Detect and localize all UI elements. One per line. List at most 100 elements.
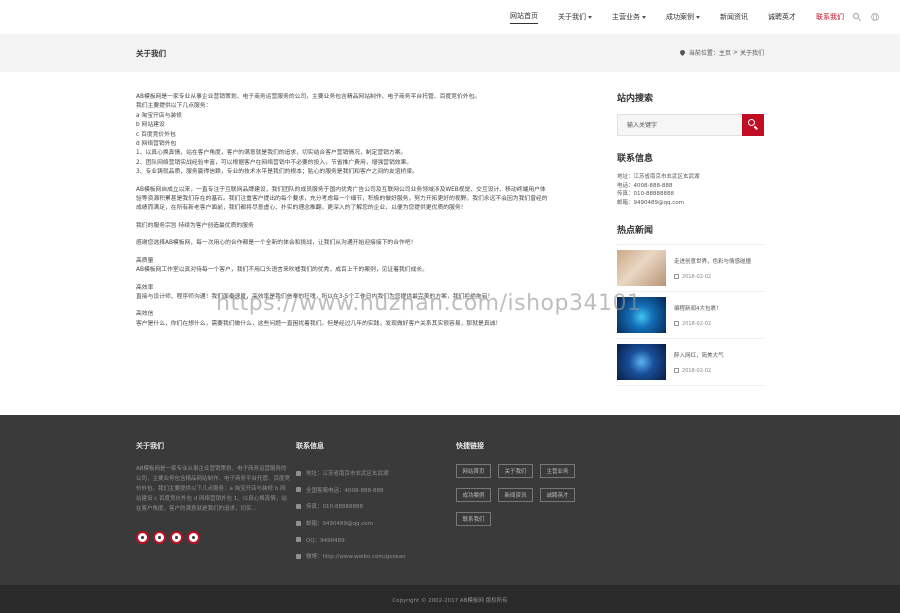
footer-link-jobs[interactable]: 诚聘英才	[540, 488, 575, 502]
article-line: 成绩而满足，在所有新老客户面前，我们都将尽意虚心、扑实的理念推翻，更深入的了解您…	[136, 205, 467, 212]
nav-item-home[interactable]: 网站首页	[510, 11, 538, 24]
qq-icon[interactable]	[170, 531, 183, 544]
fax-icon	[296, 503, 301, 509]
page-title-bar: 关于我们 当前位置： 主页 > 关于我们	[0, 34, 900, 72]
article-line: 1、以真心换真情，站在客户角度，客户的满意就是我们的追求，切实结合客户营销情况，…	[136, 150, 407, 157]
article-line: AB模板网自成立以来，一直专注于互联网品牌建设，我们团队的成员服务于国内优秀广告…	[136, 186, 546, 193]
footer-link-contact[interactable]: 联系我们	[456, 512, 491, 526]
caret-down-icon	[642, 15, 646, 19]
globe-icon[interactable]	[871, 12, 880, 22]
footer-link-news[interactable]: 新闻资讯	[498, 488, 533, 502]
article-line: 高质量	[136, 257, 154, 264]
footer-about-title: 关于我们	[136, 442, 164, 450]
calendar-icon	[674, 368, 679, 374]
hot-news-title: 热点新闻	[617, 226, 654, 237]
footer-contact-fax: 传真：010-88888888	[296, 498, 406, 515]
footer-links-title: 快捷链接	[456, 442, 484, 450]
contact-widget-title: 联系信息	[617, 154, 654, 164]
footer-contact-qq: QQ：9490489	[296, 531, 406, 548]
calendar-icon	[674, 321, 679, 327]
breadcrumb-separator: >	[732, 49, 738, 56]
nav-item-contact[interactable]: 联系我们	[816, 12, 844, 22]
footer-link-home[interactable]: 网站首页	[456, 464, 491, 478]
article-line: d 网络营销外包	[136, 141, 177, 148]
contact-email: 邮箱：9490489@qq.com	[617, 199, 684, 206]
article-line: 验等资源积累甚是我们存在的基石。我们注重客户提出的每个要求，充分考虑每一个细节，…	[136, 196, 548, 203]
news-thumbnail[interactable]	[617, 344, 666, 381]
article-line: 我们主要提供以下几点服务：	[136, 103, 212, 110]
nav-item-business[interactable]: 主营业务	[612, 12, 646, 22]
news-headline[interactable]: 编程新闻4大包裹！	[674, 304, 722, 312]
footer: 关于我们 AB模板网是一家专业从事企业营销策划、电子商务运营服务的公司，主要业务…	[0, 415, 900, 585]
news-headline[interactable]: 走进创意世界，色彩与情感碰撞	[674, 257, 751, 265]
nav-label: 主营业务	[612, 13, 640, 21]
footer-contact-hotline: 全国客服电话：4008-888-888	[296, 482, 406, 499]
caret-down-icon	[588, 15, 592, 19]
email-icon[interactable]	[187, 531, 200, 544]
news-item[interactable]: 醉入网红，简美大气 2018-02-02	[617, 339, 764, 387]
news-thumbnail[interactable]	[617, 250, 666, 287]
search-icon[interactable]	[853, 12, 862, 22]
nav-label: 网站首页	[510, 11, 538, 20]
search-icon	[748, 119, 755, 126]
article-line: AB模板网是一家专业从事企业营销策划、电子商务运营服务的公司，主要业务包含精品网…	[136, 94, 481, 100]
social-links	[136, 531, 204, 544]
footer-link-cases[interactable]: 成功案例	[456, 488, 491, 502]
breadcrumb-current: 关于我们	[739, 50, 764, 57]
caret-down-icon	[696, 15, 700, 19]
contact-address: 地址：江苏省南京市玄武区玄武湖	[617, 174, 700, 180]
nav-item-cases[interactable]: 成功案例	[666, 12, 700, 22]
page-title: 关于我们	[136, 49, 166, 58]
weibo-icon[interactable]	[136, 531, 149, 544]
nav-item-jobs[interactable]: 诚聘英才	[768, 12, 796, 22]
news-headline[interactable]: 醉入网红，简美大气	[674, 351, 724, 359]
location-pin-icon	[678, 48, 686, 57]
article-line: c 百度竞价外包	[136, 131, 176, 138]
sidebar: 站内搜索 联系信息 地址：江苏省南京市玄武区玄武湖 电话：4008-888-88…	[617, 91, 764, 387]
footer-link-business[interactable]: 主营业务	[540, 464, 575, 478]
main-nav: 网站首页 关于我们 主营业务 成功案例 新闻资讯 诚聘英才 联系我们	[490, 0, 880, 34]
breadcrumb-home-link[interactable]: 主页	[719, 48, 731, 57]
qq-icon	[296, 537, 301, 543]
phone-icon	[296, 487, 301, 493]
nav-item-about[interactable]: 关于我们	[558, 12, 592, 22]
breadcrumb: 当前位置： 主页 > 关于我们	[678, 48, 764, 57]
copyright-text: Copyright © 2002-2017 AB模板网 版权所有	[392, 598, 508, 604]
news-date: 2018-02-02	[682, 320, 712, 327]
calendar-icon	[674, 274, 679, 280]
news-date: 2018-02-02	[682, 367, 712, 374]
article-line: 感谢您选择AB模板网，每一次用心的合作都是一个全新的体会和挑战，让我们从沟通开始…	[136, 240, 417, 247]
envelope-icon	[296, 520, 301, 526]
footer-contact-title: 联系信息	[296, 442, 324, 450]
article-line: b 网站建设	[136, 122, 165, 129]
nav-label: 联系我们	[816, 13, 844, 21]
contact-phone: 电话：4008-888-888	[617, 182, 673, 189]
article-line: 我们的服务宗旨 持续为客户创造最优质的服务	[136, 222, 254, 229]
wechat-icon[interactable]	[153, 531, 166, 544]
site-search-input[interactable]	[617, 114, 742, 136]
footer-contact-weibo: 微博：http://www.weibo.com/gooxao	[296, 548, 406, 565]
location-icon	[296, 470, 301, 476]
contact-info: 地址：江苏省南京市玄武区玄武湖 电话：4008-888-888 传真：010-8…	[617, 173, 764, 207]
site-search-form	[617, 114, 764, 136]
article-line: 2、团队网络营销实战经验丰富，可以根据客户在网络营销中不必要的投入，节省推广费用…	[136, 159, 413, 166]
article-line: AB模板网工作室以真对待每一个客户，我们不用口头语言来吹嘘我们的优秀，成百上千的…	[136, 267, 428, 274]
nav-label: 成功案例	[666, 13, 694, 21]
footer-contact-list: 地址：江苏省南京市玄武区玄武湖 全国客服电话：4008-888-888 传真：0…	[296, 465, 406, 565]
news-item[interactable]: 走进创意世界，色彩与情感碰撞 2018-02-02	[617, 245, 764, 293]
weibo-icon	[296, 553, 301, 559]
site-search-button[interactable]	[742, 114, 764, 136]
contact-fax: 传真：010-88888888	[617, 191, 674, 198]
copyright-bar: Copyright © 2002-2017 AB模板网 版权所有	[0, 585, 900, 613]
footer-contact-address: 地址：江苏省南京市玄武区玄武湖	[296, 465, 406, 482]
top-navigation-bar: 网站首页 关于我们 主营业务 成功案例 新闻资讯 诚聘英才 联系我们	[0, 0, 900, 34]
nav-item-news[interactable]: 新闻资讯	[720, 12, 748, 22]
search-widget-title: 站内搜索	[617, 94, 654, 104]
nav-label: 新闻资讯	[720, 13, 748, 21]
footer-link-about[interactable]: 关于我们	[498, 464, 533, 478]
footer-contact-email: 邮箱：9490489@qq.com	[296, 515, 406, 532]
